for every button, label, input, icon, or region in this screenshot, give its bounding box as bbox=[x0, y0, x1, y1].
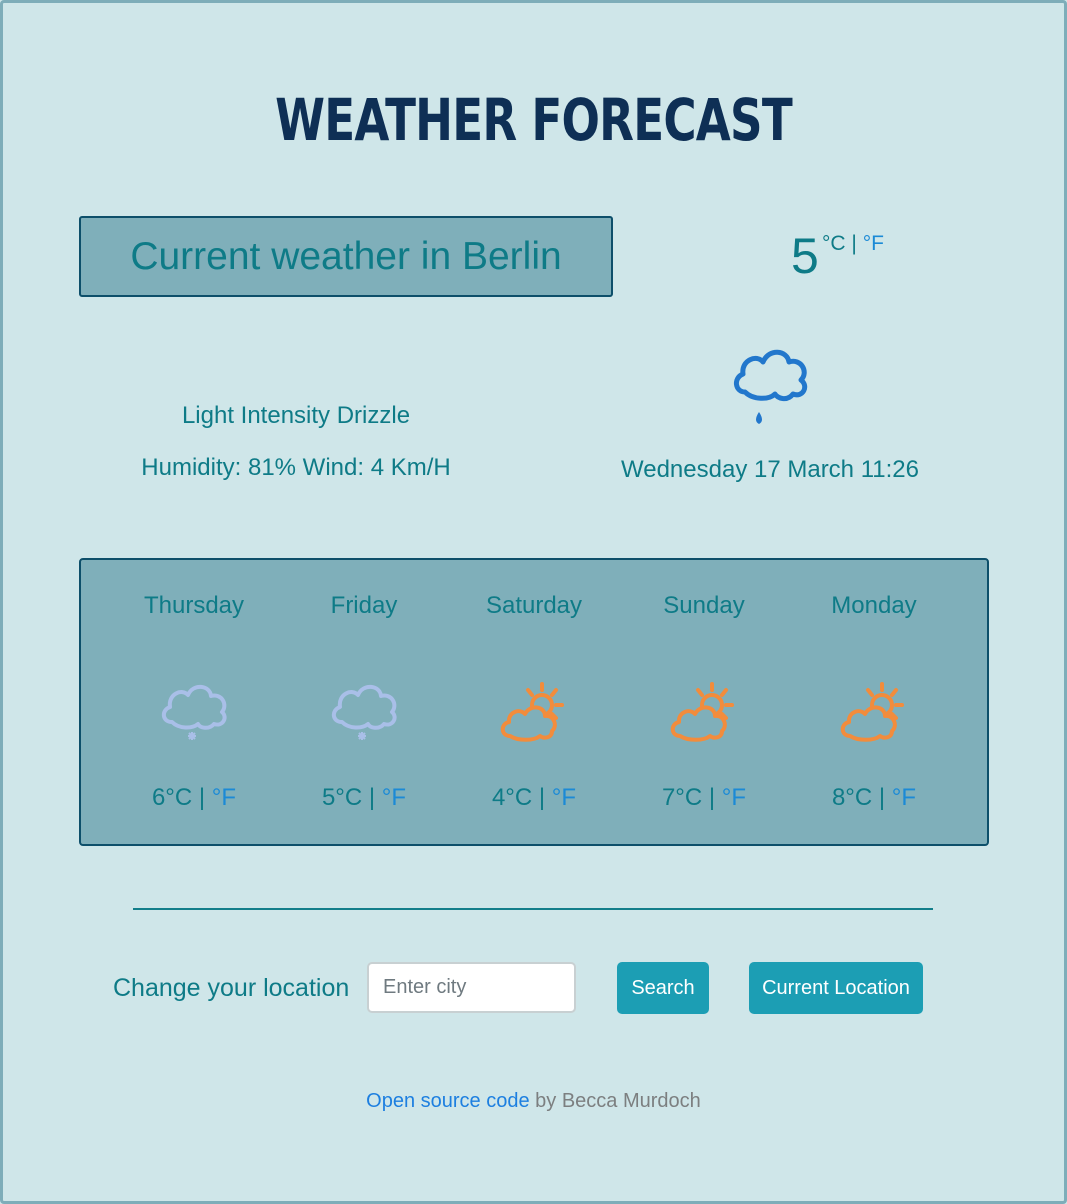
forecast-temp: 6°C | °F bbox=[109, 784, 279, 812]
forecast-temp-fahrenheit[interactable]: °F bbox=[892, 784, 916, 811]
forecast-day: Sunday 7°C | °F bbox=[619, 560, 789, 844]
forecast-temp-fahrenheit[interactable]: °F bbox=[382, 784, 406, 811]
forecast-temp-celsius[interactable]: 8°C bbox=[832, 784, 872, 811]
forecast-temp-fahrenheit[interactable]: °F bbox=[722, 784, 746, 811]
snow-cloud-icon bbox=[160, 678, 228, 748]
footer: Open source code by Becca Murdoch bbox=[0, 1090, 1067, 1113]
celsius-link[interactable]: °C bbox=[822, 232, 846, 255]
search-button[interactable]: Search bbox=[617, 962, 709, 1014]
page-title: WEATHER FORECAST bbox=[275, 86, 793, 154]
forecast-day-name: Friday bbox=[330, 592, 398, 619]
partly-sunny-icon bbox=[670, 678, 738, 748]
forecast-day: Saturday 4°C | °F bbox=[449, 560, 619, 844]
forecast-temp-fahrenheit[interactable]: °F bbox=[212, 784, 236, 811]
forecast-day-name: Saturday bbox=[485, 592, 583, 619]
fahrenheit-link[interactable]: °F bbox=[863, 232, 884, 255]
drizzle-cloud-icon bbox=[731, 342, 811, 437]
forecast-temp-separator: | bbox=[368, 784, 376, 811]
forecast-temp-separator: | bbox=[708, 784, 716, 811]
forecast-temp-separator: | bbox=[878, 784, 886, 811]
forecast-day: Friday 5°C | °F bbox=[279, 560, 449, 844]
change-location-label: Change your location bbox=[113, 974, 350, 1002]
forecast-temp-fahrenheit[interactable]: °F bbox=[552, 784, 576, 811]
forecast-temp-celsius[interactable]: 4°C bbox=[492, 784, 532, 811]
forecast-temp: 8°C | °F bbox=[789, 784, 959, 812]
forecast-day: Monday 8°C | °F bbox=[789, 560, 959, 844]
current-datetime: Wednesday 17 March 11:26 bbox=[621, 456, 919, 483]
partly-sunny-icon bbox=[500, 678, 568, 748]
weather-description: Light Intensity Drizzle bbox=[181, 402, 411, 429]
forecast-day-name: Thursday bbox=[143, 592, 245, 619]
forecast-day-name: Monday bbox=[831, 592, 917, 619]
section-divider bbox=[133, 908, 933, 910]
snow-cloud-icon bbox=[330, 678, 398, 748]
forecast-temp-celsius[interactable]: 7°C bbox=[662, 784, 702, 811]
unit-toggle: °C | °F bbox=[822, 232, 884, 256]
unit-separator: | bbox=[851, 232, 857, 255]
forecast-temp-celsius[interactable]: 6°C bbox=[152, 784, 192, 811]
city-search-input[interactable] bbox=[367, 962, 576, 1013]
current-temperature: 5 bbox=[791, 228, 819, 284]
current-city-heading: Current weather in Berlin bbox=[79, 216, 613, 297]
forecast-panel: Thursday 6°C | °F Friday 5°C | °F Saturd… bbox=[79, 558, 989, 846]
forecast-temp: 5°C | °F bbox=[279, 784, 449, 812]
forecast-day: Thursday 6°C | °F bbox=[109, 560, 279, 844]
partly-sunny-icon bbox=[840, 678, 908, 748]
open-source-link[interactable]: Open source code bbox=[366, 1090, 529, 1112]
forecast-temp-separator: | bbox=[198, 784, 206, 811]
footer-author: by Becca Murdoch bbox=[529, 1090, 701, 1112]
forecast-day-name: Sunday bbox=[663, 592, 745, 619]
forecast-temp: 7°C | °F bbox=[619, 784, 789, 812]
forecast-temp: 4°C | °F bbox=[449, 784, 619, 812]
current-location-button[interactable]: Current Location bbox=[749, 962, 923, 1014]
humidity-wind: Humidity: 81% Wind: 4 Km/H bbox=[141, 454, 451, 481]
forecast-temp-separator: | bbox=[538, 784, 546, 811]
forecast-temp-celsius[interactable]: 5°C bbox=[322, 784, 362, 811]
